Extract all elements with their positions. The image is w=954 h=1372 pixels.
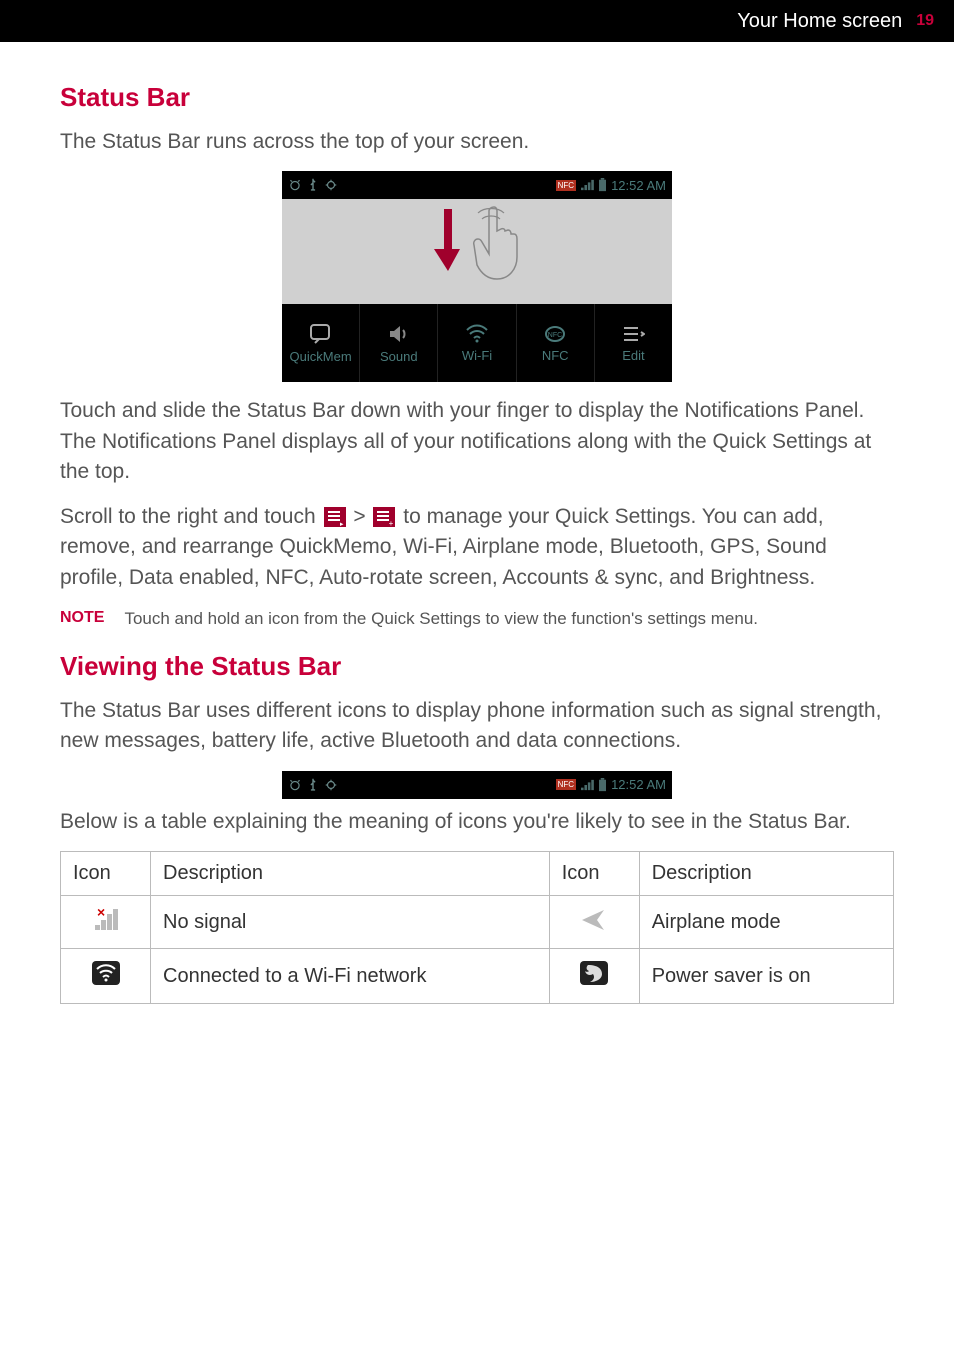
list-right-icon	[324, 507, 346, 527]
th-icon: Icon	[549, 852, 639, 896]
hand-pointer-icon	[472, 203, 520, 273]
debug-icon	[324, 778, 338, 792]
statusbar-sample-top: NFC 12:52 AM	[282, 171, 672, 199]
quick-nfc[interactable]: NFC NFC	[517, 304, 595, 382]
page-number: 19	[916, 12, 934, 30]
nfc-badge-icon: NFC	[556, 779, 576, 790]
quick-label: Edit	[622, 348, 644, 363]
page-header: Your Home screen 19	[0, 0, 954, 42]
td-description: Power saver is on	[639, 949, 893, 1004]
note-block: NOTE Touch and hold an icon from the Qui…	[60, 607, 894, 631]
alarm-icon	[288, 178, 302, 192]
status-bar-intro: The Status Bar runs across the top of yo…	[60, 127, 894, 157]
td-description: Connected to a Wi-Fi network	[151, 949, 550, 1004]
signal-icon	[580, 779, 594, 791]
edit-icon	[621, 324, 645, 344]
notifications-panel-para: Touch and slide the Status Bar down with…	[60, 396, 894, 487]
svg-text:NFC: NFC	[548, 332, 562, 339]
arrow-down-icon	[434, 209, 462, 271]
th-description: Description	[639, 852, 893, 896]
quick-quickmemo[interactable]: QuickMem	[282, 304, 360, 382]
alarm-icon	[288, 778, 302, 792]
quick-sound[interactable]: Sound	[360, 304, 438, 382]
note-text: Touch and hold an icon from the Quick Se…	[124, 607, 758, 631]
td-description: Airplane mode	[639, 896, 893, 949]
battery-icon	[598, 178, 607, 192]
wifi-connected-icon	[90, 959, 122, 987]
statusbar-sample-wide: NFC 12:52 AM	[282, 771, 672, 799]
signal-icon	[580, 179, 594, 191]
statusbar-time: 12:52 AM	[611, 178, 666, 193]
quick-label: QuickMem	[290, 349, 352, 364]
table-header-row: Icon Description Icon Description	[61, 852, 894, 896]
svg-text:×: ×	[97, 906, 105, 920]
usb-icon	[308, 178, 318, 192]
para2-before: Scroll to the right and touch	[60, 505, 322, 528]
heading-status-bar: Status Bar	[60, 82, 894, 113]
quick-edit[interactable]: Edit	[595, 304, 672, 382]
sound-icon	[387, 323, 411, 345]
th-description: Description	[151, 852, 550, 896]
wifi-icon	[465, 324, 489, 344]
th-icon: Icon	[61, 852, 151, 896]
quickmemo-icon	[309, 323, 333, 345]
para2-mid: >	[353, 505, 371, 528]
usb-icon	[308, 778, 318, 792]
battery-icon	[598, 778, 607, 792]
quick-label: Wi-Fi	[462, 348, 492, 363]
list-plus-icon: +	[373, 507, 395, 527]
statusbar-time: 12:52 AM	[611, 777, 666, 792]
quick-label: Sound	[380, 349, 418, 364]
airplane-mode-icon	[579, 906, 609, 932]
quick-wifi[interactable]: Wi-Fi	[438, 304, 516, 382]
viewing-para2: Below is a table explaining the meaning …	[60, 807, 894, 837]
heading-viewing-status-bar: Viewing the Status Bar	[60, 651, 894, 682]
note-label: NOTE	[60, 607, 104, 631]
nfc-badge-icon: NFC	[556, 180, 576, 191]
nfc-icon: NFC	[542, 324, 568, 344]
power-saver-icon	[578, 959, 610, 987]
debug-icon	[324, 178, 338, 192]
table-row: Connected to a Wi-Fi network Power saver…	[61, 949, 894, 1004]
quick-settings-row: QuickMem Sound Wi-Fi NFC NFC	[282, 304, 672, 382]
no-signal-icon: ×	[91, 906, 121, 932]
table-row: × No signal Airplane mode	[61, 896, 894, 949]
quick-label: NFC	[542, 348, 569, 363]
status-icon-table: Icon Description Icon Description × No s…	[60, 851, 894, 1004]
statusbar-pulldown-illustration: NFC 12:52 AM	[282, 171, 672, 382]
section-title: Your Home screen	[737, 10, 902, 33]
quick-settings-manage-para: Scroll to the right and touch > + to man…	[60, 502, 894, 593]
viewing-para1: The Status Bar uses different icons to d…	[60, 696, 894, 757]
td-description: No signal	[151, 896, 550, 949]
pulldown-gesture-area	[282, 199, 672, 304]
